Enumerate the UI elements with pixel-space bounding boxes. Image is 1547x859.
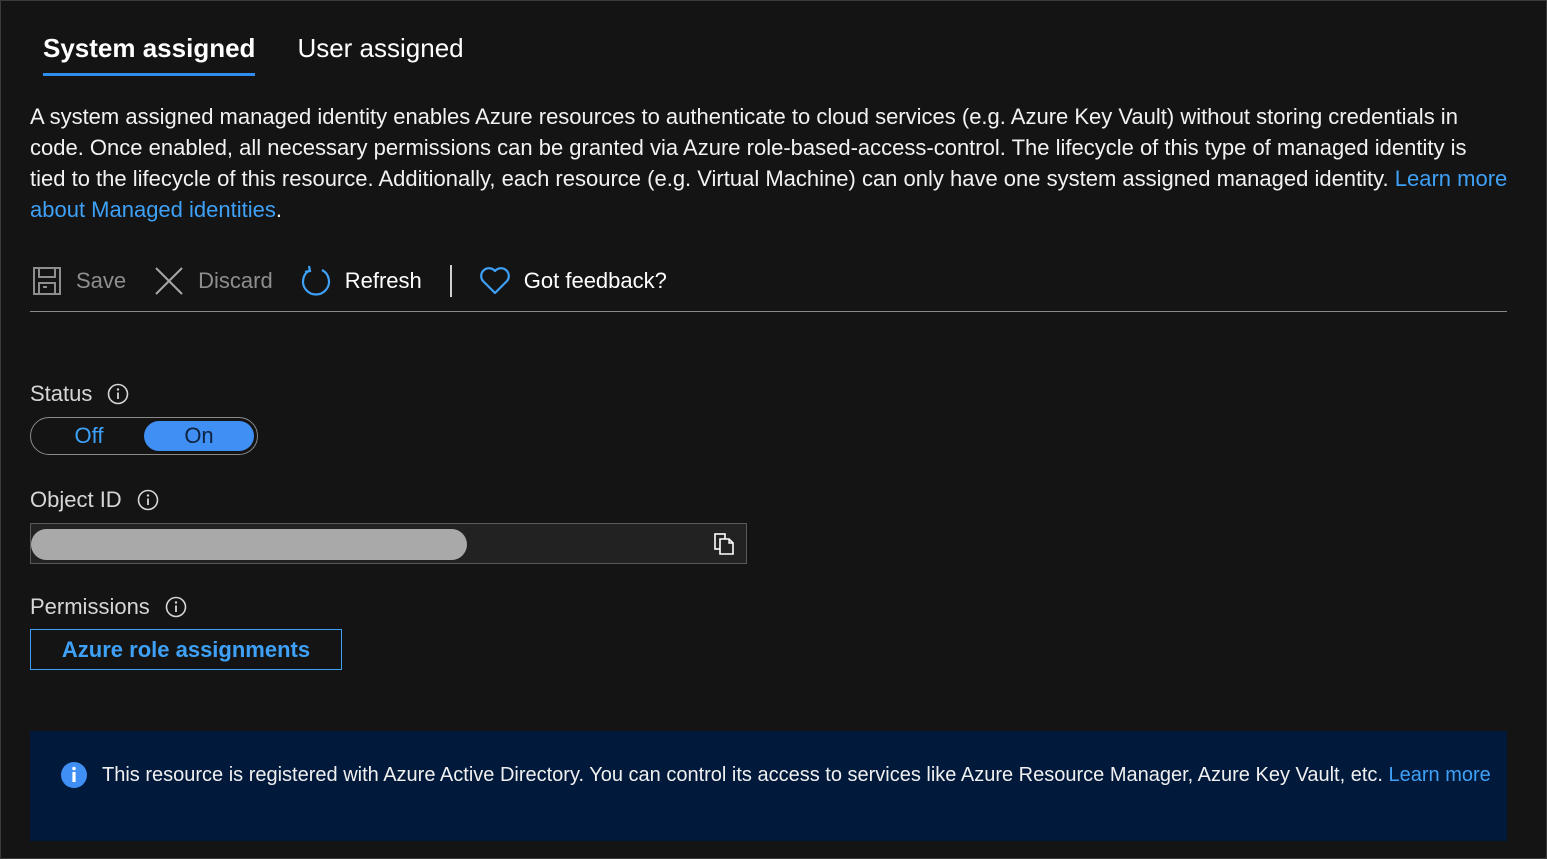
permissions-label: Permissions	[30, 594, 187, 620]
command-bar: Save Discard Refresh Got feedback?	[30, 259, 1507, 312]
info-icon[interactable]	[165, 596, 187, 618]
status-off-option[interactable]: Off	[34, 421, 144, 451]
status-on-option[interactable]: On	[144, 421, 254, 451]
save-icon	[30, 264, 64, 298]
copy-icon[interactable]	[712, 532, 736, 556]
status-toggle: Off On	[30, 417, 258, 455]
tab-bar: System assigned User assigned	[43, 31, 464, 76]
managed-identity-panel: System assigned User assigned A system a…	[0, 0, 1547, 859]
object-id-redacted-value	[31, 529, 467, 560]
toolbar-divider	[449, 265, 452, 297]
object-id-field[interactable]	[30, 523, 747, 564]
permissions-label-text: Permissions	[30, 594, 150, 619]
heart-icon	[478, 264, 512, 298]
refresh-button[interactable]: Refresh	[299, 259, 422, 303]
tab-system-assigned[interactable]: System assigned	[43, 31, 256, 76]
info-icon[interactable]	[137, 489, 159, 511]
discard-x-icon	[152, 264, 186, 298]
info-icon[interactable]	[107, 383, 129, 405]
refresh-icon	[299, 264, 333, 298]
info-banner: This resource is registered with Azure A…	[30, 731, 1507, 841]
status-label-text: Status	[30, 381, 93, 406]
feedback-button[interactable]: Got feedback?	[478, 259, 667, 303]
discard-label: Discard	[198, 268, 273, 293]
object-id-label: Object ID	[30, 487, 159, 513]
description-text: A system assigned managed identity enabl…	[30, 101, 1508, 225]
learn-more-link[interactable]: Learn more	[1389, 764, 1491, 786]
info-icon	[60, 761, 88, 789]
discard-button[interactable]: Discard	[152, 259, 273, 303]
banner-message: This resource is registered with Azure A…	[102, 762, 1492, 789]
status-label: Status	[30, 381, 129, 407]
feedback-label: Got feedback?	[523, 268, 667, 293]
refresh-label: Refresh	[344, 268, 422, 293]
save-label: Save	[76, 268, 127, 293]
save-button[interactable]: Save	[30, 259, 126, 303]
banner-body: This resource is registered with Azure A…	[102, 764, 1389, 786]
tab-user-assigned[interactable]: User assigned	[297, 31, 463, 75]
description-trailing: .	[275, 197, 282, 222]
object-id-label-text: Object ID	[30, 487, 122, 512]
description-body: A system assigned managed identity enabl…	[30, 104, 1467, 191]
azure-role-assignments-button[interactable]: Azure role assignments	[30, 629, 342, 670]
